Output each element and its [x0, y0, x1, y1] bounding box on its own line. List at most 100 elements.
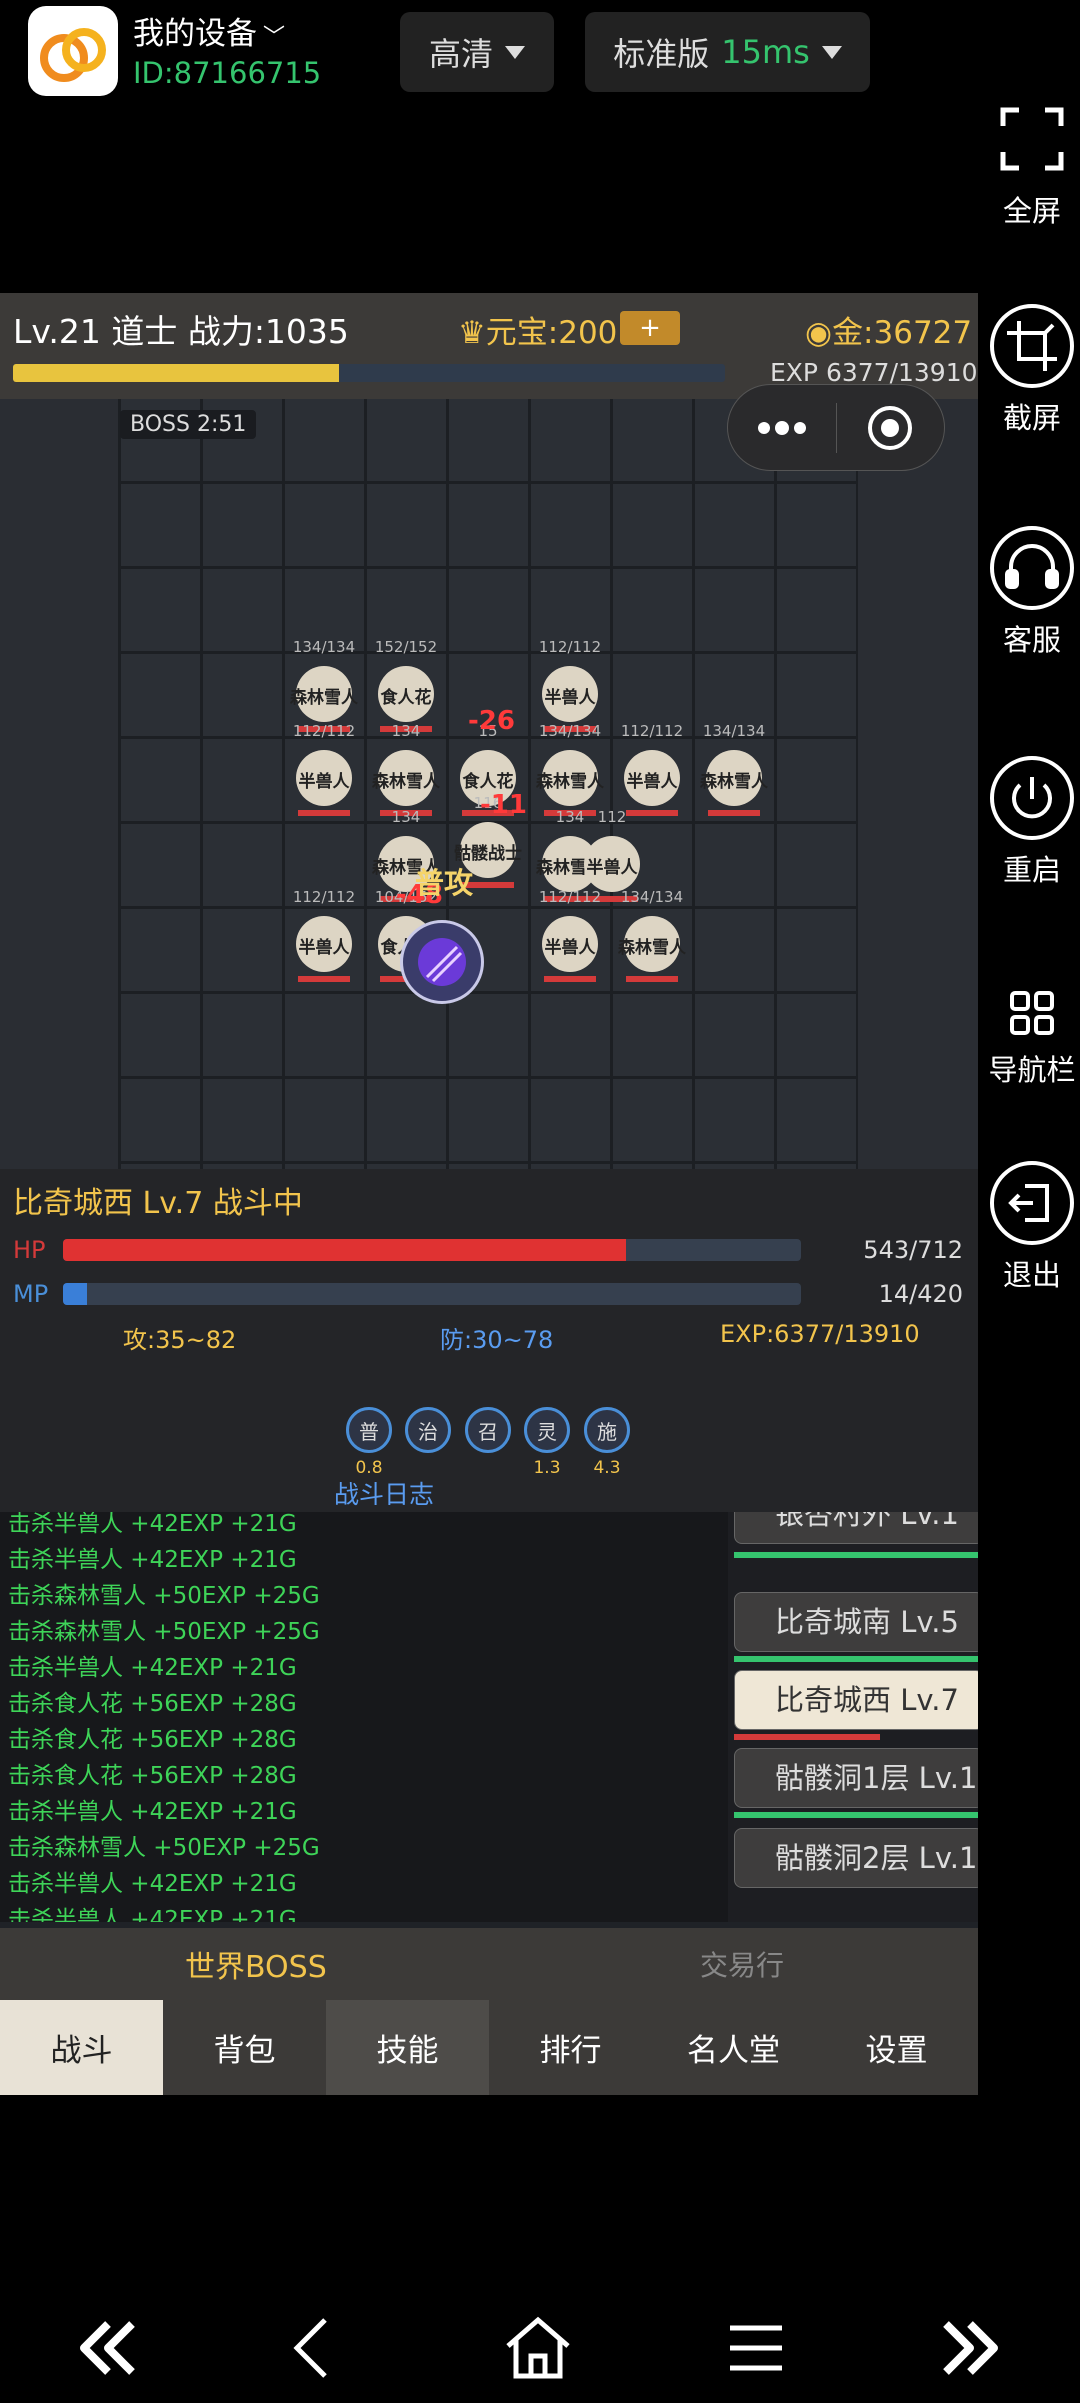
battle-log[interactable]: 击杀半兽人 +42EXP +21G 击杀半兽人 +42EXP +21G 击杀森林… — [0, 1512, 728, 1922]
exp-progress-bar — [13, 364, 725, 382]
quality-select[interactable]: 高清 — [400, 12, 554, 92]
tab-skills[interactable]: 技能 — [326, 2000, 489, 2095]
monster-name: 半兽人 — [544, 688, 596, 708]
monster-name: 食人花 — [462, 772, 514, 792]
mp-bar — [63, 1283, 801, 1305]
game-nav-tabs: 战斗 背包 技能 排行 名人堂 设置 — [0, 2000, 978, 2095]
home-icon[interactable] — [498, 2308, 578, 2388]
menu-icon[interactable] — [716, 2308, 796, 2388]
damage-number: -26 — [468, 706, 515, 736]
monster-name: 森林雪人 — [700, 772, 768, 792]
monster-hp: 152/152 — [374, 638, 438, 656]
fullscreen-icon — [989, 96, 1075, 182]
monster-name: 半兽人 — [298, 938, 350, 958]
battle-log-title: 战斗日志 — [334, 1480, 435, 1509]
map-progress — [734, 1656, 978, 1662]
hp-label: HP — [13, 1236, 46, 1264]
monster-hp-bar — [298, 810, 350, 816]
exit-button[interactable]: 退出 — [982, 1160, 1080, 1294]
monster-name: 半兽人 — [626, 772, 678, 792]
tab-bag[interactable]: 背包 — [163, 2000, 326, 2095]
close-miniapp-icon[interactable] — [837, 385, 945, 470]
log-line: 击杀森林雪人 +50EXP +25G — [8, 1583, 320, 1609]
restart-button[interactable]: 重启 — [982, 755, 1080, 889]
skill-heal[interactable]: 治 — [405, 1407, 451, 1453]
recharge-button[interactable]: + — [620, 311, 680, 345]
monster-name: 半兽人 — [586, 858, 638, 878]
monster-hp: 134/134 — [620, 888, 684, 906]
device-title[interactable]: 我的设备 ﹀ — [133, 8, 285, 53]
double-chevron-left-icon[interactable] — [68, 2308, 148, 2388]
screenshot-button[interactable]: 截屏 — [982, 303, 1080, 437]
dropdown-icon — [505, 45, 525, 59]
more-icon[interactable] — [728, 385, 836, 470]
monster: 112/112 半兽人 — [621, 722, 683, 816]
skill-spirit[interactable]: 灵 — [524, 1407, 570, 1453]
taoist-icon — [418, 938, 466, 986]
monster-name: 半兽人 — [298, 772, 350, 792]
tab-settings[interactable]: 设置 — [815, 2000, 978, 2095]
monster-hp-bar — [626, 976, 678, 982]
fullscreen-button[interactable]: 全屏 — [982, 96, 1080, 230]
monster: 134/134 森林雪人 — [618, 888, 686, 982]
mp-label: MP — [13, 1280, 49, 1308]
defense-stat: 防:30~78 — [440, 1326, 554, 1354]
world-bar — [0, 1928, 978, 2000]
yuanbao-balance: ♛元宝:200 — [458, 315, 618, 351]
trade-tab[interactable]: 交易行 — [700, 1944, 784, 1984]
gold-balance: ◉金:36727 — [805, 315, 973, 351]
crown-icon: ♛ — [458, 315, 486, 351]
skill-cooldown: 4.3 — [593, 1458, 621, 1478]
player-avatar — [400, 920, 484, 1004]
tab-hall-of-fame[interactable]: 名人堂 — [652, 2000, 815, 2095]
monster-name: 森林雪人 — [290, 688, 358, 708]
map-progress — [734, 1812, 978, 1818]
headset-icon — [989, 525, 1075, 611]
skill-cast[interactable]: 施 — [584, 1407, 630, 1453]
exp-stat: EXP:6377/13910 — [720, 1320, 920, 1348]
monster-hp-bar — [708, 810, 760, 816]
log-line: 击杀半兽人 +42EXP +21G — [8, 1907, 297, 1922]
monster-name: 食人花 — [380, 688, 432, 708]
map-item-selected[interactable]: 比奇城西 Lv.7 — [734, 1670, 978, 1730]
monster-hp: 134/134 — [538, 722, 602, 740]
map-progress — [734, 1552, 978, 1558]
monster: 112 半兽人 — [584, 808, 640, 902]
support-button[interactable]: 客服 — [982, 525, 1080, 659]
log-line: 击杀半兽人 +42EXP +21G — [8, 1871, 297, 1897]
world-boss-tab[interactable]: 世界BOSS — [185, 1942, 327, 1986]
monster-hp: 112 — [597, 808, 627, 826]
crop-icon — [989, 303, 1075, 389]
log-line: 击杀半兽人 +42EXP +21G — [8, 1512, 297, 1537]
monster-hp: 134 — [391, 722, 421, 740]
map-item[interactable]: 银杏村外 Lv.1 — [734, 1512, 978, 1544]
log-line: 击杀森林雪人 +50EXP +25G — [8, 1619, 320, 1645]
attack-stat: 攻:35~82 — [123, 1326, 237, 1354]
back-icon[interactable] — [275, 2308, 355, 2388]
miniapp-capsule[interactable] — [727, 384, 945, 471]
navbar-button[interactable]: 导航栏 — [982, 985, 1080, 1089]
monster-hp: 112/112 — [538, 638, 602, 656]
monster-name: 森林雪人 — [372, 772, 440, 792]
log-line: 击杀半兽人 +42EXP +21G — [8, 1547, 297, 1573]
tab-rank[interactable]: 排行 — [489, 2000, 652, 2095]
map-item[interactable]: 比奇城南 Lv.5 — [734, 1592, 978, 1652]
monster-hp: 112/112 — [620, 722, 684, 740]
dropdown-icon — [821, 45, 842, 59]
hp-value: 543/712 — [863, 1236, 963, 1264]
double-chevron-right-icon[interactable] — [930, 2308, 1010, 2388]
boss-timer: BOSS 2:51 — [120, 410, 257, 439]
version-select[interactable]: 标准版 15ms — [585, 12, 870, 92]
map-list[interactable]: 银杏村外 Lv.1 比奇城南 Lv.5 比奇城西 Lv.7 骷髅洞1层 Lv.1… — [728, 1512, 978, 1922]
map-progress — [734, 1734, 881, 1740]
monster-hp-bar — [544, 976, 596, 982]
device-id: ID:87166715 — [133, 56, 322, 90]
skill-normal-attack[interactable]: 普 — [346, 1407, 392, 1453]
monster: 134/134 森林雪人 — [290, 638, 358, 732]
chevron-down-icon: ﹀ — [263, 25, 286, 50]
tab-battle[interactable]: 战斗 — [0, 2000, 163, 2095]
map-item[interactable]: 骷髅洞2层 Lv.15 — [734, 1828, 978, 1888]
map-item[interactable]: 骷髅洞1层 Lv.11 — [734, 1748, 978, 1808]
monster-name: 森林雪人 — [536, 772, 604, 792]
skill-summon[interactable]: 召 — [465, 1407, 511, 1453]
